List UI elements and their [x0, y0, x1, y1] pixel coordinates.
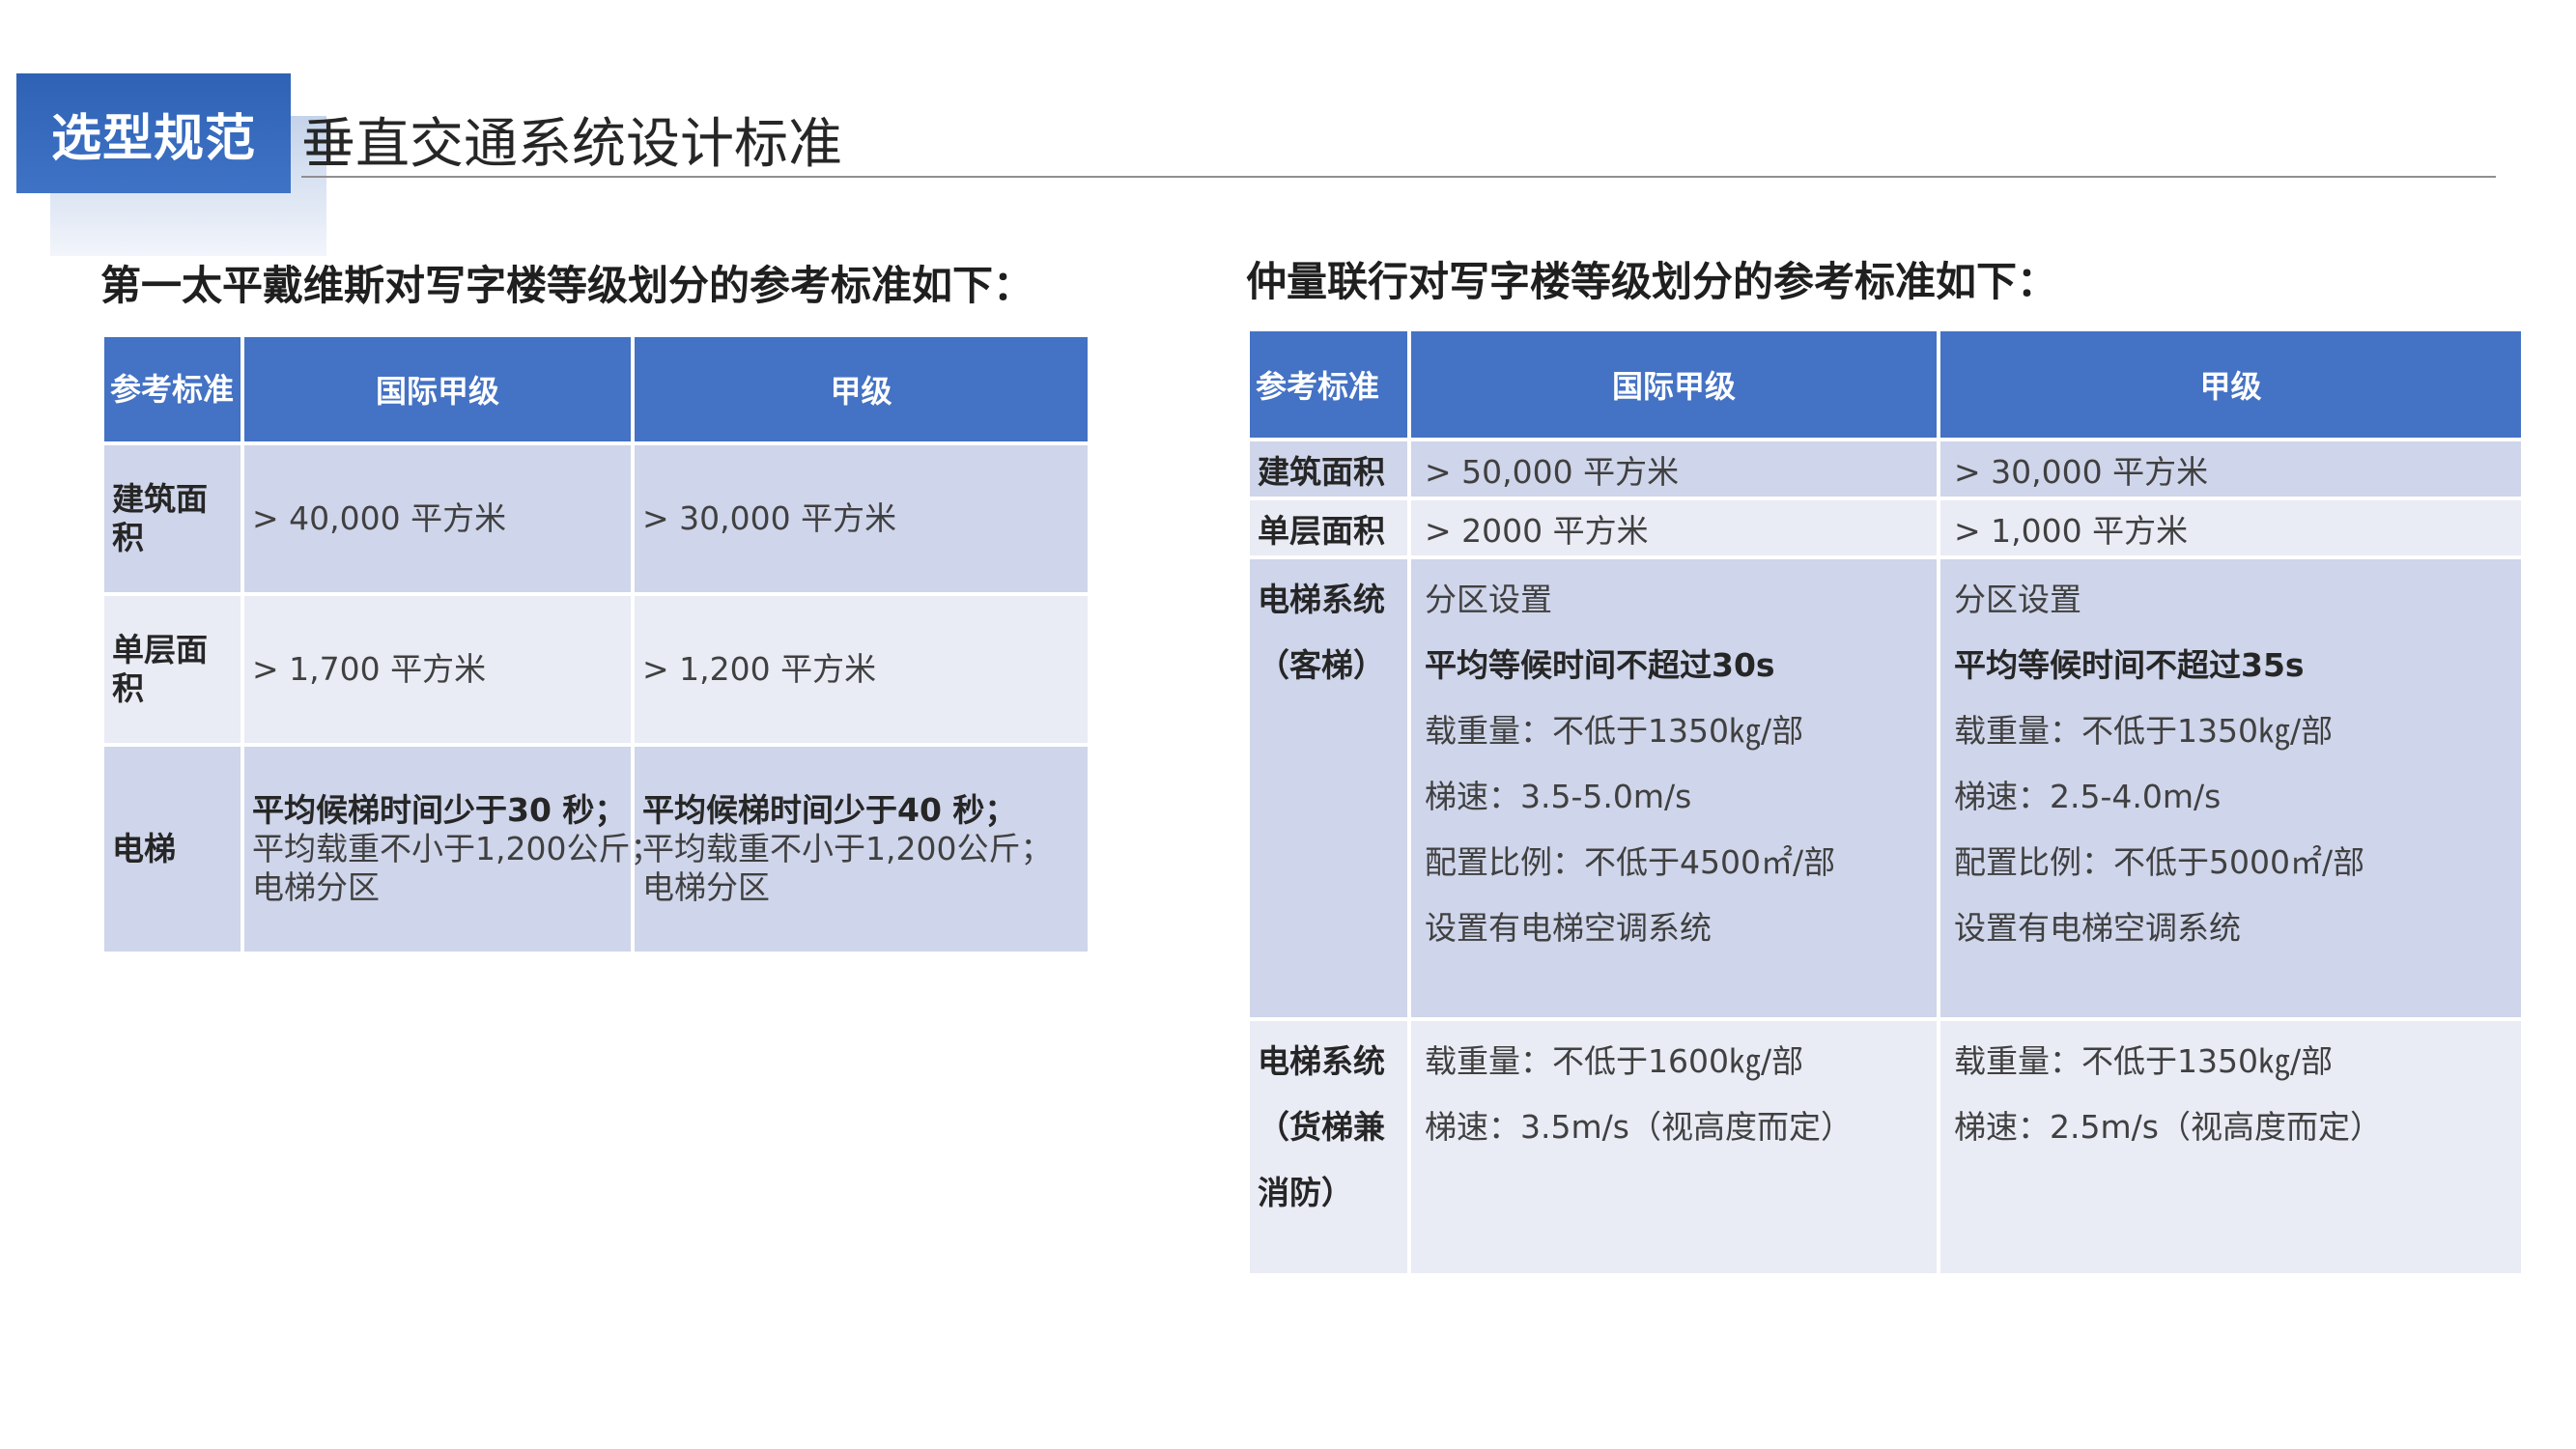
- cell-grade-a: > 30,000 平方米: [631, 441, 1091, 596]
- cell-international-a: > 1,700 平方米: [241, 592, 635, 747]
- cell-international-a: 载重量：不低于1600㎏/部 梯速：3.5m/s（视高度而定）: [1407, 1017, 1940, 1277]
- row-label: 电梯系统 （货梯兼 消防）: [1246, 1017, 1411, 1277]
- table-row: 电梯系统 （货梯兼 消防） 载重量：不低于1600㎏/部 梯速：3.5m/s（视…: [1246, 1017, 2525, 1277]
- cell-international-a: > 2000 平方米: [1407, 497, 1940, 559]
- table-row: 单层面积 > 1,700 平方米 > 1,200 平方米: [100, 592, 1091, 747]
- cell-international-a: 分区设置 平均等候时间不超过30s 载重量：不低于1350㎏/部 梯速：3.5-…: [1407, 555, 1940, 1021]
- row-label: 单层面积: [100, 592, 244, 747]
- cell-international-a: > 50,000 平方米: [1407, 438, 1940, 500]
- right-table-heading: 仲量联行对写字楼等级划分的参考标准如下：: [1246, 258, 2058, 305]
- row-label: 建筑面积: [1246, 438, 1411, 500]
- column-header-criteria: 参考标准: [100, 333, 244, 445]
- table-header-row: 参考标准 国际甲级 甲级: [100, 333, 1091, 445]
- column-header-criteria: 参考标准: [1246, 327, 1411, 441]
- row-label: 单层面积: [1246, 497, 1411, 559]
- cell-grade-a: 分区设置 平均等候时间不超过35s 载重量：不低于1350㎏/部 梯速：2.5-…: [1937, 555, 2525, 1021]
- column-header-international-a: 国际甲级: [1407, 327, 1940, 441]
- cell-grade-a: 平均候梯时间少于40 秒； 平均载重不小于1,200公斤； 电梯分区: [631, 743, 1091, 955]
- cell-grade-a: 载重量：不低于1350㎏/部 梯速：2.5m/s（视高度而定）: [1937, 1017, 2525, 1277]
- column-header-grade-a: 甲级: [1937, 327, 2525, 441]
- table-header-row: 参考标准 国际甲级 甲级: [1246, 327, 2525, 441]
- table-row: 建筑面积 > 50,000 平方米 > 30,000 平方米: [1246, 438, 2525, 500]
- title-divider: [301, 176, 2496, 178]
- cell-grade-a: > 1,000 平方米: [1937, 497, 2525, 559]
- column-header-international-a: 国际甲级: [241, 333, 635, 445]
- row-label: 电梯系统 （客梯）: [1246, 555, 1411, 1021]
- cell-grade-a: > 1,200 平方米: [631, 592, 1091, 747]
- table-row: 电梯系统 （客梯） 分区设置 平均等候时间不超过30s 载重量：不低于1350㎏…: [1246, 555, 2525, 1021]
- table-row: 建筑面积 > 40,000 平方米 > 30,000 平方米: [100, 441, 1091, 596]
- table-row: 单层面积 > 2000 平方米 > 1,000 平方米: [1246, 497, 2525, 559]
- column-header-grade-a: 甲级: [631, 333, 1091, 445]
- section-badge: 选型规范: [16, 73, 291, 193]
- table-row: 电梯 平均候梯时间少于30 秒； 平均载重不小于1,200公斤； 电梯分区 平均…: [100, 743, 1091, 955]
- row-label: 电梯: [100, 743, 244, 955]
- savills-standard-table: 参考标准 国际甲级 甲级 建筑面积 > 40,000 平方米 > 30,000 …: [100, 333, 1091, 955]
- jll-standard-table: 参考标准 国际甲级 甲级 建筑面积 > 50,000 平方米 > 30,000 …: [1246, 327, 2525, 1277]
- cell-international-a: > 40,000 平方米: [241, 441, 635, 596]
- slide-title: 垂直交通系统设计标准: [301, 113, 842, 176]
- left-table-heading: 第一太平戴维斯对写字楼等级划分的参考标准如下：: [100, 262, 1034, 309]
- row-label: 建筑面积: [100, 441, 244, 596]
- cell-international-a: 平均候梯时间少于30 秒； 平均载重不小于1,200公斤； 电梯分区: [241, 743, 662, 955]
- cell-grade-a: > 30,000 平方米: [1937, 438, 2525, 500]
